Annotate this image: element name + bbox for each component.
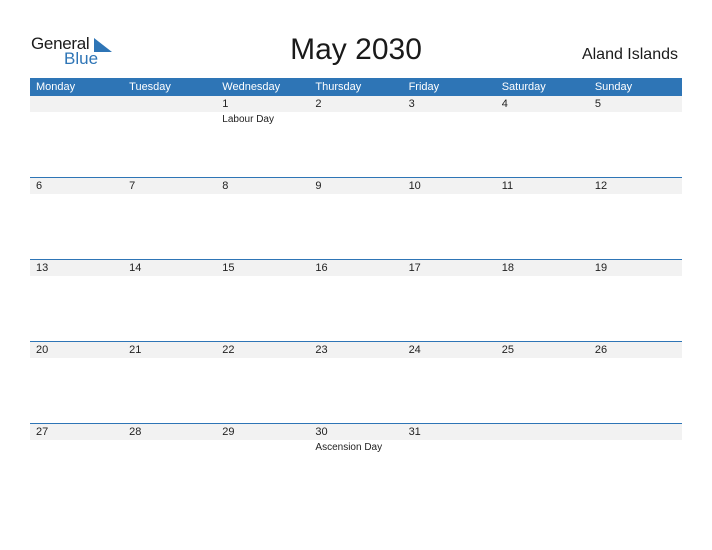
weekday-wednesday: Wednesday (222, 81, 281, 93)
holiday-label (589, 194, 682, 196)
holiday-label (589, 440, 682, 453)
weekday-tuesday: Tuesday (129, 81, 171, 93)
day-number: 17 (408, 262, 421, 274)
day-number (496, 424, 589, 440)
day-number: 12 (594, 180, 608, 192)
holiday-label (309, 112, 402, 125)
day-number: 5 (594, 98, 601, 110)
weekday-monday: Monday (36, 81, 76, 93)
holiday-label (309, 358, 402, 360)
holiday-label (123, 276, 216, 278)
holiday-label (589, 358, 682, 360)
events-row: Labour Day (30, 112, 682, 125)
day-number: 10 (408, 180, 421, 192)
holiday-label (216, 194, 309, 196)
week-row: 1 2 3 4 5 Labour Day (30, 96, 682, 177)
day-number: 22 (222, 344, 235, 356)
country-label: Aland Islands (581, 46, 678, 63)
day-number: 25 (501, 344, 514, 356)
day-number: 18 (501, 262, 514, 274)
events-row (30, 358, 682, 360)
day-number: 26 (594, 344, 608, 356)
day-number: 6 (36, 180, 43, 192)
holiday-label (123, 194, 216, 196)
day-number: 24 (408, 344, 421, 356)
holiday-label (309, 276, 402, 278)
weekday-header: Monday Tuesday Wednesday Thursday Friday Satu… (30, 78, 682, 96)
day-number: 31 (408, 426, 421, 438)
day-number: 28 (129, 426, 142, 438)
holiday-label (403, 112, 496, 125)
holiday-label (216, 276, 309, 278)
holiday-label (309, 194, 402, 196)
holiday-label (496, 276, 589, 278)
holiday-label (216, 440, 309, 453)
day-number: 2 (315, 98, 322, 110)
holiday-label (216, 358, 309, 360)
holiday-label (589, 112, 682, 125)
day-number-strip: 13 14 15 16 17 18 19 (30, 260, 682, 276)
holiday-label: Labour Day (222, 114, 274, 125)
week-row: 20 21 22 23 24 25 26 (30, 341, 682, 423)
day-number-strip: 27 28 29 30 31 (30, 424, 682, 440)
week-row: 27 28 29 30 31 Ascension Day (30, 423, 682, 505)
day-number (123, 96, 216, 112)
holiday-label (496, 440, 589, 453)
day-number: 19 (594, 262, 608, 274)
day-number: 29 (222, 426, 235, 438)
weekday-thursday: Thursday (315, 81, 362, 93)
events-row (30, 276, 682, 278)
weekday-saturday: Saturday (501, 81, 546, 93)
day-number: 16 (315, 262, 328, 274)
holiday-label (123, 112, 216, 125)
holiday-label (30, 276, 123, 278)
day-number: 23 (315, 344, 328, 356)
events-row (30, 194, 682, 196)
holiday-label (123, 440, 216, 453)
day-number (30, 96, 123, 112)
holiday-label (403, 194, 496, 196)
weekday-friday: Friday (408, 81, 440, 93)
day-number: 27 (36, 426, 49, 438)
day-number: 13 (36, 262, 49, 274)
day-number (589, 424, 682, 440)
holiday-label (30, 358, 123, 360)
holiday-label (30, 194, 123, 196)
holiday-label (403, 276, 496, 278)
day-number: 3 (408, 98, 415, 110)
day-number-strip: 20 21 22 23 24 25 26 (30, 342, 682, 358)
day-number: 11 (501, 180, 514, 192)
holiday-label (403, 358, 496, 360)
day-number-strip: 6 7 8 9 10 11 12 (30, 178, 682, 194)
holiday-label (589, 276, 682, 278)
holiday-label (496, 112, 589, 125)
holiday-label (30, 440, 123, 453)
day-number: 14 (129, 262, 142, 274)
day-number: 9 (315, 180, 322, 192)
holiday-label (403, 440, 496, 453)
day-number: 7 (129, 180, 136, 192)
holiday-label (30, 112, 123, 125)
day-number: 4 (501, 98, 508, 110)
day-number: 8 (222, 180, 229, 192)
holiday-label (123, 358, 216, 360)
day-number-strip: 1 2 3 4 5 (30, 96, 682, 112)
week-row: 13 14 15 16 17 18 19 (30, 259, 682, 341)
events-row: Ascension Day (30, 440, 682, 453)
week-row: 6 7 8 9 10 11 12 (30, 177, 682, 259)
day-number: 21 (129, 344, 142, 356)
weekday-sunday: Sunday (594, 81, 633, 93)
day-number: 20 (36, 344, 49, 356)
holiday-label (496, 358, 589, 360)
holiday-label (496, 194, 589, 196)
day-number: 30 (315, 426, 328, 438)
holiday-label: Ascension Day (315, 442, 383, 453)
day-number: 15 (222, 262, 235, 274)
calendar-grid: Monday Tuesday Wednesday Thursday Friday Satu… (30, 78, 682, 505)
day-number: 1 (222, 98, 229, 110)
